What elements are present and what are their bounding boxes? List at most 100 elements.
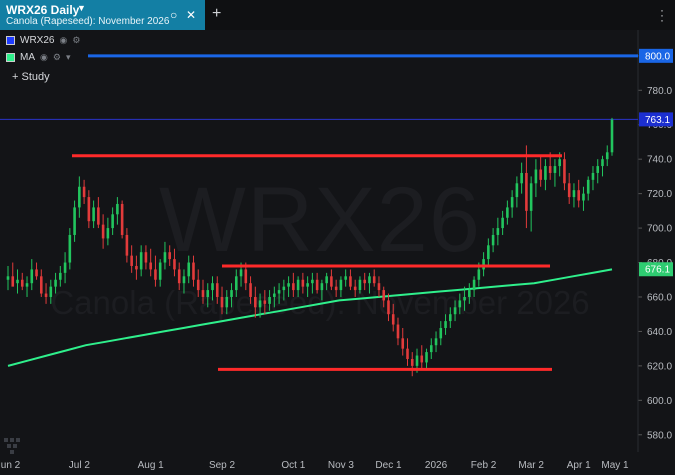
candle-body bbox=[6, 276, 10, 280]
add-study-button[interactable]: + Study bbox=[12, 71, 50, 83]
candle-body bbox=[16, 279, 19, 284]
x-tick-label: Feb 2 bbox=[471, 460, 497, 471]
candle-body bbox=[196, 279, 200, 291]
candle-body bbox=[192, 262, 195, 280]
candle-body bbox=[406, 348, 409, 359]
candle-body bbox=[158, 262, 162, 280]
app-logo-block bbox=[10, 450, 14, 454]
candle-body bbox=[30, 269, 34, 284]
candle-body bbox=[144, 252, 148, 263]
candle-body bbox=[539, 169, 542, 180]
candle-body bbox=[168, 252, 171, 260]
candle-body bbox=[287, 283, 290, 287]
candle-body bbox=[97, 207, 100, 225]
x-tick-label: Aug 1 bbox=[138, 460, 165, 471]
candle-body bbox=[149, 262, 152, 270]
candle-body bbox=[306, 283, 309, 287]
y-tick-label: 640.0 bbox=[647, 327, 672, 338]
candle-body bbox=[211, 283, 214, 291]
candle-body bbox=[325, 276, 328, 284]
candle-body bbox=[577, 190, 581, 201]
chevron-down-icon[interactable]: ▾ bbox=[66, 52, 71, 63]
candle-body bbox=[135, 265, 138, 270]
candle-body bbox=[106, 228, 110, 239]
candle-body bbox=[601, 159, 604, 167]
candle-body bbox=[339, 279, 343, 291]
legend-item-ma[interactable]: MA ◉ ⚙ ▾ bbox=[6, 50, 70, 64]
candle-body bbox=[468, 290, 471, 297]
candle-body bbox=[382, 290, 386, 301]
candle-body bbox=[268, 296, 271, 304]
candle-body bbox=[173, 259, 176, 270]
candle-body bbox=[363, 279, 366, 284]
candle-body bbox=[567, 183, 571, 198]
candle-body bbox=[344, 276, 347, 280]
candle-body bbox=[544, 166, 547, 180]
candle-body bbox=[82, 186, 86, 198]
legend-label-ma: MA bbox=[20, 51, 35, 63]
candle-body bbox=[429, 345, 433, 353]
candle-body bbox=[439, 327, 443, 339]
candle-body bbox=[116, 203, 119, 215]
price-chart[interactable]: 580.0600.0620.0640.0660.0680.0700.0720.0… bbox=[0, 0, 675, 475]
x-tick-label: Mar 2 bbox=[518, 460, 544, 471]
x-tick-label: May 1 bbox=[601, 460, 629, 471]
x-tick-label: Dec 1 bbox=[375, 460, 402, 471]
candle-body bbox=[548, 166, 552, 173]
last-price-label: 763.1 bbox=[645, 115, 670, 126]
candle-body bbox=[92, 207, 95, 222]
candle-body bbox=[391, 314, 395, 325]
y-tick-label: 700.0 bbox=[647, 224, 672, 235]
legend-item-symbol[interactable]: WRX26 ◉ ⚙ bbox=[6, 33, 80, 47]
x-tick-label: Apr 1 bbox=[567, 460, 591, 471]
candle-body bbox=[230, 290, 233, 297]
candle-body bbox=[396, 324, 400, 339]
candle-body bbox=[263, 300, 267, 304]
alert-price-label: 800.0 bbox=[645, 51, 670, 62]
y-tick-label: 720.0 bbox=[647, 189, 672, 200]
candle-body bbox=[73, 207, 76, 235]
gear-icon[interactable]: ⚙ bbox=[72, 35, 80, 46]
candle-body bbox=[177, 269, 181, 284]
candle-body bbox=[410, 358, 414, 366]
candle-body bbox=[453, 307, 457, 315]
candle-body bbox=[125, 234, 129, 256]
app-logo-block bbox=[10, 438, 14, 442]
candle-body bbox=[458, 300, 462, 308]
candle-body bbox=[491, 234, 495, 246]
candle-body bbox=[44, 293, 48, 297]
eye-icon[interactable]: ◉ bbox=[59, 35, 67, 46]
x-tick-label: Sep 2 bbox=[209, 460, 236, 471]
candle-body bbox=[182, 276, 186, 284]
ma-color-swatch bbox=[6, 52, 15, 62]
gear-icon[interactable]: ⚙ bbox=[53, 52, 61, 63]
candle-body bbox=[68, 234, 72, 263]
candle-body bbox=[120, 203, 124, 235]
candle-body bbox=[572, 190, 576, 198]
candle-body bbox=[515, 183, 519, 198]
candle-body bbox=[553, 166, 557, 173]
x-tick-label: 2026 bbox=[425, 460, 448, 471]
candle-body bbox=[311, 279, 314, 284]
candle-body bbox=[282, 286, 286, 291]
candle-body bbox=[139, 252, 143, 270]
candle-body bbox=[215, 283, 219, 297]
ma-price-label: 676.1 bbox=[645, 265, 670, 276]
candle-body bbox=[35, 269, 38, 277]
candle-body bbox=[510, 197, 514, 208]
candle-body bbox=[220, 296, 224, 308]
app-logo-block bbox=[4, 438, 8, 442]
candle-body bbox=[25, 283, 29, 287]
candle-body bbox=[610, 119, 614, 153]
candle-body bbox=[315, 279, 319, 291]
candle-body bbox=[20, 279, 24, 287]
candle-body bbox=[206, 290, 210, 297]
candle-body bbox=[472, 279, 476, 291]
candle-body bbox=[353, 286, 357, 291]
eye-icon[interactable]: ◉ bbox=[40, 52, 48, 63]
candle-body bbox=[330, 276, 333, 287]
candle-body bbox=[529, 183, 533, 211]
candle-body bbox=[520, 172, 523, 184]
app-logo-block bbox=[16, 438, 20, 442]
x-tick-label: Jul 2 bbox=[69, 460, 91, 471]
